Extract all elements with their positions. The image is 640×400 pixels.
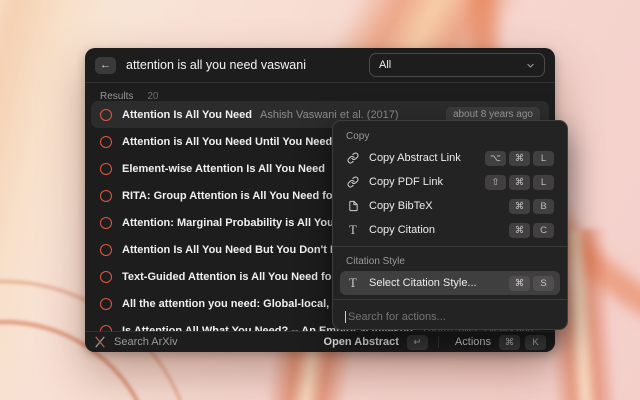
arxiv-ring-icon bbox=[100, 109, 112, 121]
link-icon bbox=[346, 176, 360, 188]
key-badge: ⌘ bbox=[509, 151, 530, 166]
bottom-bar-divider bbox=[438, 336, 439, 348]
text-icon: T bbox=[346, 224, 360, 237]
key-badge: B bbox=[533, 199, 554, 214]
key-badge-k: K bbox=[525, 335, 546, 350]
key-badge-return: ↵ bbox=[407, 335, 428, 350]
text-icon: T bbox=[346, 277, 360, 290]
desktop-wallpaper: ← attention is all you need vaswani All … bbox=[0, 0, 640, 400]
action-item-copy-abstract-link[interactable]: Copy Abstract Link ⌥⌘L bbox=[340, 146, 560, 170]
arxiv-ring-icon bbox=[100, 298, 112, 310]
search-topbar: ← attention is all you need vaswani All bbox=[85, 48, 555, 83]
key-badge: C bbox=[533, 223, 554, 238]
key-badge: ⌘ bbox=[509, 223, 530, 238]
action-item-label: Copy Abstract Link bbox=[369, 152, 461, 164]
menu-divider bbox=[333, 299, 567, 300]
action-item-shortcut: ⇧⌘L bbox=[485, 175, 554, 190]
menu-section-header: Copy bbox=[340, 126, 560, 146]
action-item-shortcut: ⌘B bbox=[509, 199, 554, 214]
arxiv-ring-icon bbox=[100, 163, 112, 175]
key-badge: L bbox=[533, 151, 554, 166]
key-badge: ⌥ bbox=[485, 151, 506, 166]
result-title: Attention Is All You Need bbox=[122, 109, 252, 121]
action-item-shortcut: ⌥⌘L bbox=[485, 151, 554, 166]
key-badge: L bbox=[533, 175, 554, 190]
action-item-copy-bibtex[interactable]: Copy BibTeX ⌘B bbox=[340, 194, 560, 218]
document-icon bbox=[346, 200, 360, 212]
raycast-window: ← attention is all you need vaswani All … bbox=[85, 48, 555, 352]
bottom-bar: Search ArXiv Open Abstract ↵ Actions ⌘ K bbox=[85, 331, 555, 352]
action-item-label: Copy Citation bbox=[369, 224, 435, 236]
filter-dropdown[interactable]: All bbox=[369, 53, 545, 77]
chevron-down-icon bbox=[526, 61, 535, 70]
action-item-label: Copy PDF Link bbox=[369, 176, 443, 188]
key-badge: ⇧ bbox=[485, 175, 506, 190]
search-query[interactable]: attention is all you need vaswani bbox=[126, 58, 306, 72]
filter-dropdown-value: All bbox=[379, 59, 391, 71]
link-icon bbox=[346, 152, 360, 164]
result-title: Element-wise Attention Is All You Need bbox=[122, 163, 325, 175]
action-item-copy-pdf-link[interactable]: Copy PDF Link ⇧⌘L bbox=[340, 170, 560, 194]
action-item-select-citation-style[interactable]: T Select Citation Style... ⌘S bbox=[340, 271, 560, 295]
actions-search bbox=[333, 304, 567, 329]
key-badge: ⌘ bbox=[509, 199, 530, 214]
result-author: Ashish Vaswani et al. (2017) bbox=[260, 109, 399, 121]
arxiv-ring-icon bbox=[100, 136, 112, 148]
actions-menu: CopyCopy Abstract Link⌥⌘LCopy PDF Link⇧⌘… bbox=[332, 120, 568, 330]
action-item-copy-citation[interactable]: T Copy Citation ⌘C bbox=[340, 218, 560, 242]
primary-action-label[interactable]: Open Abstract bbox=[324, 336, 399, 348]
key-badge: ⌘ bbox=[509, 276, 530, 291]
actions-button[interactable]: Actions bbox=[455, 336, 491, 348]
action-item-shortcut: ⌘C bbox=[509, 223, 554, 238]
command-name: Search ArXiv bbox=[114, 336, 178, 348]
menu-section-header: Citation Style bbox=[340, 251, 560, 271]
action-item-label: Copy BibTeX bbox=[369, 200, 433, 212]
action-item-shortcut: ⌘S bbox=[509, 276, 554, 291]
action-item-label: Select Citation Style... bbox=[369, 277, 477, 289]
arxiv-ring-icon bbox=[100, 190, 112, 202]
key-badge: S bbox=[533, 276, 554, 291]
actions-search-input[interactable] bbox=[346, 311, 555, 323]
back-arrow-icon: ← bbox=[100, 60, 111, 71]
arxiv-ring-icon bbox=[100, 217, 112, 229]
arxiv-ring-icon bbox=[100, 244, 112, 256]
menu-divider bbox=[333, 246, 567, 247]
arxiv-x-icon bbox=[94, 336, 106, 348]
arxiv-ring-icon bbox=[100, 271, 112, 283]
back-button[interactable]: ← bbox=[95, 57, 116, 74]
key-badge-cmd: ⌘ bbox=[499, 335, 520, 350]
key-badge: ⌘ bbox=[509, 175, 530, 190]
